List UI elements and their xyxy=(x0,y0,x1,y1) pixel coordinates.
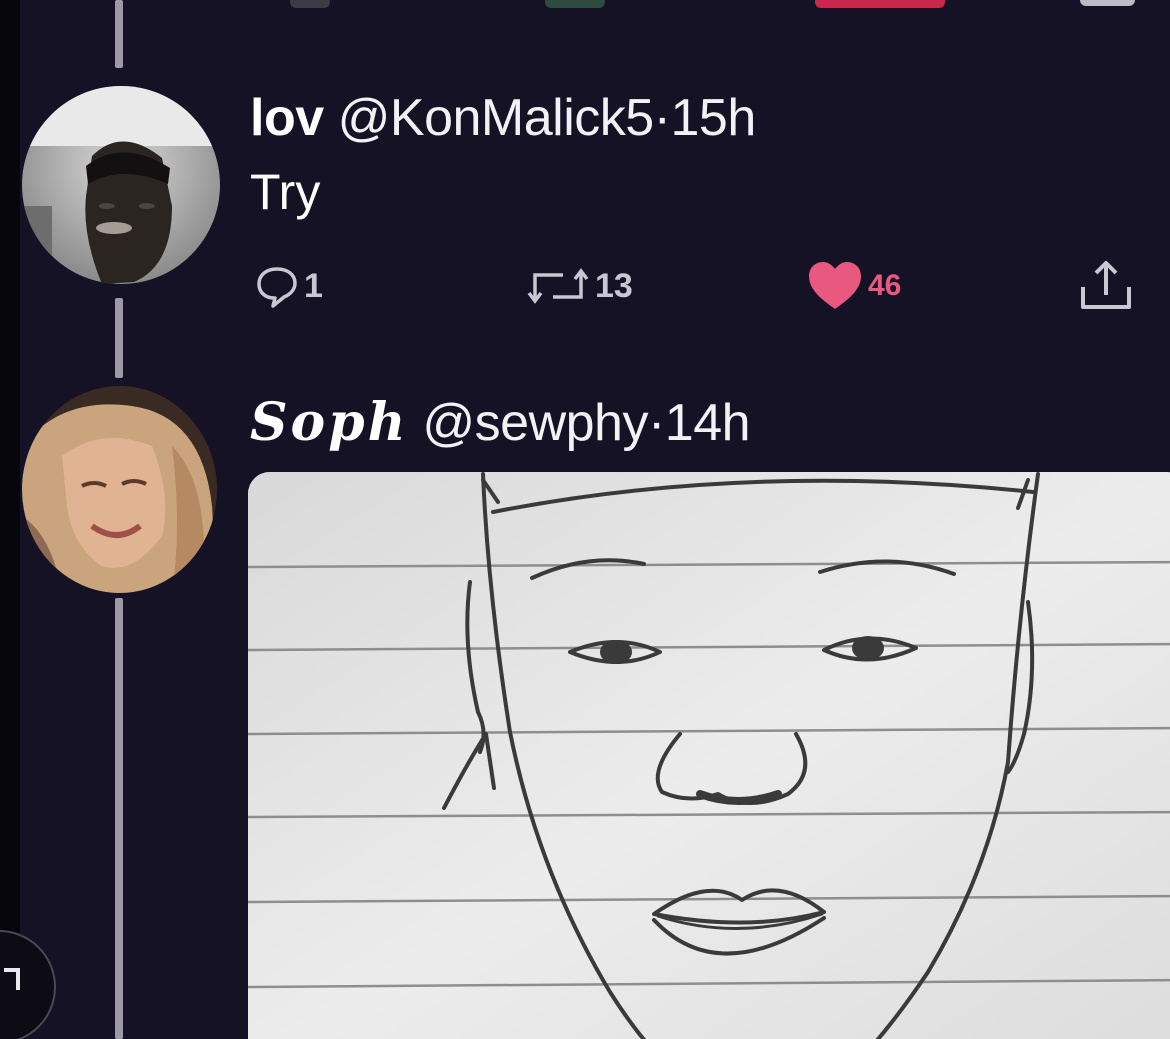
tweet-time[interactable]: 15h xyxy=(671,89,757,147)
share-icon xyxy=(1076,257,1136,315)
like-icon-fragment xyxy=(815,0,945,8)
like-button[interactable]: 46 xyxy=(806,256,901,316)
tweet-text: Try xyxy=(250,164,321,220)
user-handle[interactable]: @sewphy xyxy=(422,394,648,452)
tweet-header-soph: Soph @sewphy·14h xyxy=(250,392,751,453)
speech-bubble-icon xyxy=(254,263,300,309)
avatar-lov[interactable] xyxy=(22,86,220,284)
heart-icon xyxy=(806,259,864,313)
retweet-icon-fragment xyxy=(545,0,605,8)
user-handle[interactable]: @KonMalick5 xyxy=(338,89,655,147)
twitter-thread-screen: lov @KonMalick5·15h Try 1 13 46 Soph @se… xyxy=(0,0,1170,1039)
like-count: 46 xyxy=(868,269,902,302)
corner-arrow-icon xyxy=(4,968,20,990)
share-icon-fragment xyxy=(1080,0,1135,6)
tweet-header-lov: lov @KonMalick5·15h xyxy=(250,88,756,148)
face-sketch-drawing xyxy=(248,472,1170,1039)
reply-icon-fragment xyxy=(290,0,330,8)
thread-line-bottom xyxy=(115,598,123,1039)
left-edge-strip xyxy=(0,0,20,1039)
reply-button[interactable]: 1 xyxy=(254,256,323,316)
floating-corner-button[interactable] xyxy=(0,930,56,1039)
retweet-icon xyxy=(525,263,591,309)
display-name[interactable]: lov xyxy=(250,89,324,147)
display-name[interactable]: Soph xyxy=(250,392,408,453)
time-separator: · xyxy=(653,89,671,147)
retweet-button[interactable]: 13 xyxy=(525,256,633,316)
reply-count: 1 xyxy=(304,266,323,305)
tweet-media-image[interactable] xyxy=(248,472,1170,1039)
thread-line-middle xyxy=(115,298,123,378)
tweet-time[interactable]: 14h xyxy=(665,394,751,452)
retweet-count: 13 xyxy=(595,266,633,305)
thread-line-top xyxy=(115,0,123,68)
avatar-soph[interactable] xyxy=(22,386,217,593)
share-button[interactable] xyxy=(1076,256,1136,316)
time-separator: · xyxy=(647,394,665,452)
